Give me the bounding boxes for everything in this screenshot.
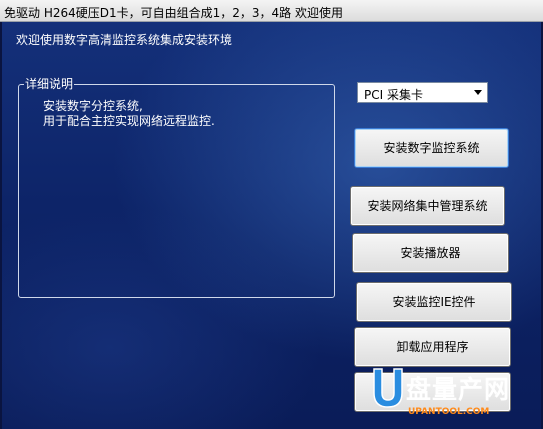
details-legend: 详细说明: [24, 77, 75, 91]
install-network-management-button[interactable]: 安装网络集中管理系统: [350, 186, 505, 226]
window-title: 免驱动 H264硬压D1卡，可自由组合成1，2，3，4路 欢迎使用: [4, 6, 343, 20]
uninstall-button[interactable]: 卸载应用程序: [354, 327, 511, 367]
details-group: 详细说明 安装数字分控系统, 用于配合主控实现网络远程监控.: [18, 77, 335, 298]
install-digital-monitor-button[interactable]: 安装数字监控系统: [354, 128, 509, 168]
watermark-logo: 盘量产网 UPANTOOL.COM: [368, 363, 540, 426]
install-digital-monitor-label: 安装数字监控系统: [383, 141, 480, 155]
uninstall-label: 卸载应用程序: [396, 340, 469, 354]
capture-card-select-value: PCI 采集卡: [364, 88, 423, 102]
welcome-text: 欢迎使用数字高清监控系统集成安装环境: [16, 33, 233, 47]
install-ie-control-label: 安装监控IE控件: [392, 295, 476, 309]
main-panel: 欢迎使用数字高清监控系统集成安装环境 详细说明 安装数字分控系统, 用于配合主控…: [0, 22, 543, 429]
install-player-label: 安装播放器: [400, 246, 461, 260]
install-ie-control-button[interactable]: 安装监控IE控件: [356, 282, 512, 322]
title-bar: 免驱动 H264硬压D1卡，可自由组合成1，2，3，4路 欢迎使用: [0, 0, 543, 22]
details-line-1: 安装数字分控系统,: [43, 99, 143, 113]
watermark-wordmark: 盘量产网: [406, 375, 511, 404]
capture-card-select[interactable]: PCI 采集卡: [357, 82, 488, 103]
details-description: 安装数字分控系统, 用于配合主控实现网络远程监控.: [43, 99, 215, 129]
chevron-down-icon: [474, 90, 482, 95]
details-line-2: 用于配合主控实现网络远程监控.: [43, 114, 215, 128]
watermark-domain: UPANTOOL.COM: [408, 407, 490, 417]
install-network-management-label: 安装网络集中管理系统: [367, 199, 488, 213]
u-logo-icon: [373, 368, 403, 408]
install-player-button[interactable]: 安装播放器: [352, 233, 509, 273]
